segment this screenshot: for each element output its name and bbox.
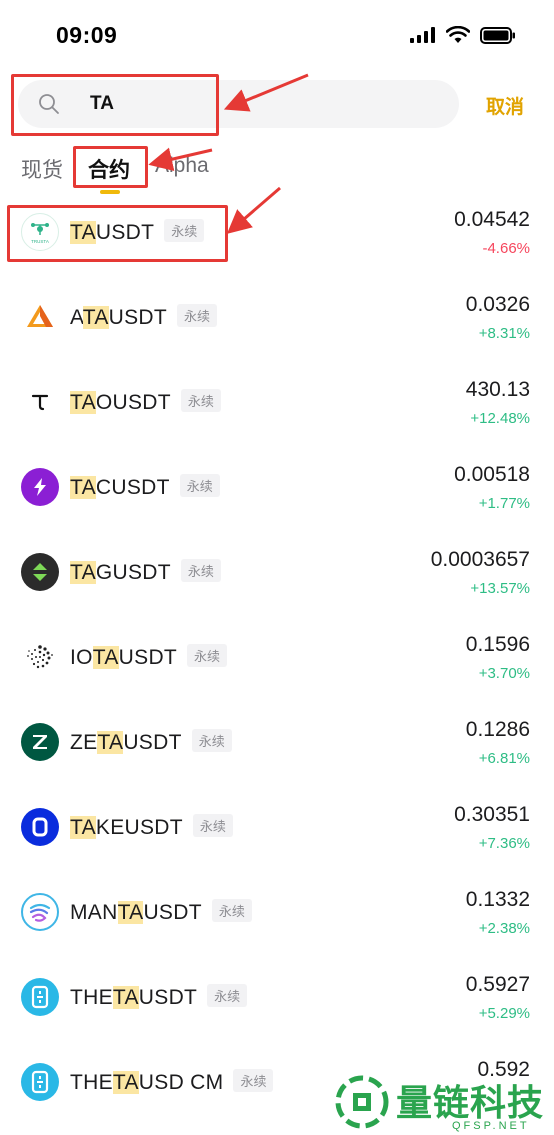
list-item[interactable]: IOTAUSDT 永续 0.1596 +3.70% <box>0 615 554 700</box>
price-change: +3.70% <box>478 665 530 682</box>
symbol-name: TAGUSDT 永续 <box>70 559 221 585</box>
tagger-logo-icon <box>21 553 59 591</box>
status-bar: 09:09 <box>0 0 554 70</box>
last-price: 0.1286 <box>465 718 530 741</box>
last-price: 0.1332 <box>465 888 530 911</box>
bittensor-logo-icon <box>21 383 59 421</box>
status-icons <box>410 26 516 44</box>
list-item[interactable]: THETAUSDT 永续 0.5927 +5.29% <box>0 955 554 1040</box>
price-change: +7.36% <box>478 835 530 852</box>
last-price: 0.0003657 <box>430 548 530 571</box>
cancel-button[interactable]: 取消 <box>486 92 524 119</box>
automata-logo-icon <box>21 298 59 336</box>
perpetual-badge: 永续 <box>233 1069 274 1092</box>
wifi-icon <box>446 26 470 43</box>
price-change: +5.29% <box>478 1005 530 1022</box>
search-match-highlight: TA <box>97 731 124 754</box>
battery-icon <box>480 26 515 44</box>
search-match-highlight: TA <box>70 391 96 414</box>
symbol-name: TAOUSDT 永续 <box>70 389 221 415</box>
symbol-name: IOTAUSDT 永续 <box>70 644 228 670</box>
list-item[interactable]: TAGUSDT 永续 0.0003657 +13.57% <box>0 530 554 615</box>
search-match-highlight: TA <box>70 816 96 839</box>
watermark-logo-icon <box>335 1075 389 1129</box>
perpetual-badge: 永续 <box>179 474 220 497</box>
price-change: +6.81% <box>478 750 530 767</box>
last-price: 0.04542 <box>454 208 530 231</box>
symbol-name: ZETAUSDT 永续 <box>70 729 232 755</box>
status-time: 09:09 <box>56 22 118 48</box>
perpetual-badge: 永续 <box>191 729 232 752</box>
price-change: -4.66% <box>482 240 530 257</box>
tac-logo-icon <box>21 468 59 506</box>
tab-spot[interactable]: 现货 <box>21 154 63 184</box>
perpetual-badge: 永续 <box>192 814 233 837</box>
last-price: 0.00518 <box>454 463 530 486</box>
symbol-name: ATAUSDT 永续 <box>70 304 218 330</box>
search-match-highlight: TA <box>92 646 119 669</box>
perpetual-badge: 永续 <box>177 304 218 327</box>
perpetual-badge: 永续 <box>211 899 252 922</box>
watermark-subtext: QFSP.NET <box>452 1120 530 1132</box>
last-price: 0.0326 <box>465 293 530 316</box>
price-change: +8.31% <box>478 325 530 342</box>
list-item[interactable]: ATAUSDT 永续 0.0326 +8.31% <box>0 275 554 360</box>
list-item[interactable]: MANTAUSDT 永续 0.1332 +2.38% <box>0 870 554 955</box>
annotation-box-row <box>7 205 228 262</box>
price-change: +13.57% <box>470 580 530 597</box>
watermark: 量链科技 QFSP.NET <box>332 1072 554 1135</box>
list-item[interactable]: TAKEUSDT 永续 0.30351 +7.36% <box>0 785 554 870</box>
search-match-highlight: TA <box>70 476 96 499</box>
annotation-box-search <box>11 74 219 136</box>
last-price: 430.13 <box>465 378 530 401</box>
last-price: 0.5927 <box>465 973 530 996</box>
list-item[interactable]: TAOUSDT 永续 430.13 +12.48% <box>0 360 554 445</box>
perpetual-badge: 永续 <box>180 389 221 412</box>
zetachain-logo-icon <box>21 723 59 761</box>
symbol-name: MANTAUSDT 永续 <box>70 899 252 925</box>
symbol-name: THETAUSD CM 永续 <box>70 1069 274 1095</box>
search-match-highlight: TA <box>112 1071 139 1094</box>
perpetual-badge: 永续 <box>207 984 248 1007</box>
iota-logo-icon <box>21 638 59 676</box>
search-match-highlight: TA <box>82 306 109 329</box>
perpetual-badge: 永续 <box>187 644 228 667</box>
tab-alpha[interactable]: Alpha <box>155 154 209 178</box>
search-match-highlight: TA <box>70 561 96 584</box>
last-price: 0.1596 <box>465 633 530 656</box>
take-logo-icon <box>21 808 59 846</box>
list-item[interactable]: TACUSDT 永续 0.00518 +1.77% <box>0 445 554 530</box>
price-change: +12.48% <box>470 410 530 427</box>
symbol-name: TAKEUSDT 永续 <box>70 814 233 840</box>
price-change: +2.38% <box>478 920 530 937</box>
price-change: +1.77% <box>478 495 530 512</box>
perpetual-badge: 永续 <box>180 559 221 582</box>
theta-logo-icon <box>21 1063 59 1101</box>
annotation-box-tab <box>73 146 148 188</box>
last-price: 0.30351 <box>454 803 530 826</box>
theta-logo-icon <box>21 978 59 1016</box>
watermark-text: 量链科技 <box>396 1082 545 1124</box>
manta-logo-icon <box>21 893 59 931</box>
search-match-highlight: TA <box>112 986 139 1009</box>
cellular-signal-icon <box>410 27 435 43</box>
search-match-highlight: TA <box>117 901 144 924</box>
symbol-name: TACUSDT 永续 <box>70 474 220 500</box>
symbol-name: THETAUSDT 永续 <box>70 984 248 1010</box>
list-item[interactable]: ZETAUSDT 永续 0.1286 +6.81% <box>0 700 554 785</box>
